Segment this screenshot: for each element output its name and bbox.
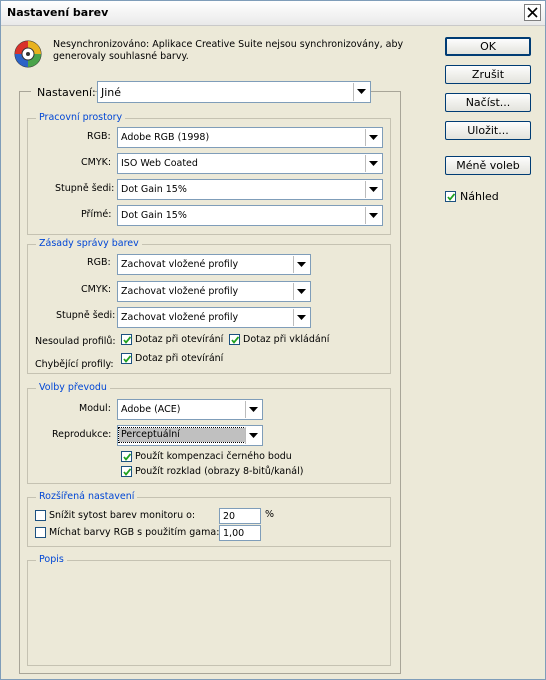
intent-select[interactable]: Perceptuální bbox=[117, 425, 263, 446]
policy-rgb-label: RGB: bbox=[87, 257, 111, 268]
save-button[interactable]: Uložit... bbox=[445, 121, 531, 140]
mismatch-open-label: Dotaz při otevírání bbox=[135, 334, 224, 345]
description-title: Popis bbox=[36, 554, 67, 565]
checkmark-icon bbox=[123, 336, 131, 344]
load-button[interactable]: Načíst... bbox=[445, 93, 531, 112]
advanced-group: Rozšířená nastavení bbox=[27, 491, 391, 547]
color-settings-dialog: Nastavení barev Nesynchronizováno: Aplik… bbox=[0, 0, 546, 680]
mismatch-paste-label: Dotaz při vkládání bbox=[243, 334, 330, 345]
chevron-down-icon bbox=[365, 181, 381, 198]
policy-rgb-select[interactable]: Zachovat vložené profily bbox=[117, 254, 311, 275]
policy-cmyk-select[interactable]: Zachovat vložené profily bbox=[117, 281, 311, 302]
bpc-checkbox[interactable] bbox=[121, 451, 132, 462]
mismatch-label: Nesoulad profilů: bbox=[35, 336, 116, 347]
policy-gray-label: Stupně šedi: bbox=[56, 310, 116, 321]
sync-warning-icon bbox=[13, 39, 43, 69]
checkmark-icon bbox=[123, 453, 131, 461]
chevron-down-icon bbox=[353, 83, 369, 101]
warning-text-line2: generovaly souhlasné barvy. bbox=[53, 51, 189, 62]
blend-gamma-checkbox[interactable] bbox=[35, 527, 46, 538]
chevron-down-icon bbox=[365, 207, 381, 224]
ws-rgb-select[interactable]: Adobe RGB (1998) bbox=[117, 127, 383, 148]
engine-select[interactable]: Adobe (ACE) bbox=[117, 399, 263, 420]
settings-select[interactable]: Jiné bbox=[97, 81, 371, 103]
ws-cmyk-value: ISO Web Coated bbox=[121, 158, 198, 169]
mismatch-paste-checkbox[interactable] bbox=[229, 334, 240, 345]
desaturate-unit: % bbox=[265, 509, 275, 520]
chevron-down-icon bbox=[365, 155, 381, 172]
ws-gray-label: Stupně šedi: bbox=[55, 183, 115, 194]
bpc-label: Použít kompenzaci černého bodu bbox=[135, 451, 292, 462]
ws-cmyk-label: CMYK: bbox=[81, 157, 112, 168]
desaturate-label: Snížit sytost barev monitoru o: bbox=[49, 510, 196, 521]
advanced-title: Rozšířená nastavení bbox=[36, 491, 138, 502]
desaturate-input[interactable]: 20 bbox=[219, 508, 261, 524]
missing-open-checkbox[interactable] bbox=[121, 353, 132, 364]
checkmark-icon bbox=[123, 355, 131, 363]
engine-label: Modul: bbox=[79, 403, 111, 414]
settings-value: Jiné bbox=[101, 86, 122, 99]
blend-gamma-label: Míchat barvy RGB s použitím gama: bbox=[49, 527, 220, 538]
policy-cmyk-label: CMYK: bbox=[81, 284, 112, 295]
chevron-down-icon bbox=[245, 427, 261, 444]
engine-value: Adobe (ACE) bbox=[121, 404, 181, 415]
blend-gamma-value: 1,00 bbox=[223, 528, 245, 539]
intent-value: Perceptuální bbox=[118, 427, 246, 443]
cancel-button[interactable]: Zrušit bbox=[445, 65, 531, 84]
preview-label: Náhled bbox=[460, 190, 499, 203]
close-icon bbox=[527, 7, 538, 18]
desaturate-checkbox[interactable] bbox=[35, 510, 46, 521]
chevron-down-icon bbox=[293, 309, 309, 326]
chevron-down-icon bbox=[245, 401, 261, 418]
fewer-options-button[interactable]: Méně voleb bbox=[445, 156, 531, 175]
ws-gray-select[interactable]: Dot Gain 15% bbox=[117, 179, 383, 200]
checkmark-icon bbox=[231, 336, 239, 344]
ws-cmyk-select[interactable]: ISO Web Coated bbox=[117, 153, 383, 174]
close-button[interactable] bbox=[524, 4, 541, 21]
working-spaces-title: Pracovní prostory bbox=[36, 112, 126, 123]
ws-gray-value: Dot Gain 15% bbox=[121, 184, 187, 195]
mismatch-open-checkbox[interactable] bbox=[121, 334, 132, 345]
ws-rgb-label: RGB: bbox=[87, 131, 111, 142]
ws-rgb-value: Adobe RGB (1998) bbox=[121, 132, 210, 143]
policy-cmyk-value: Zachovat vložené profily bbox=[121, 286, 239, 297]
intent-label: Reprodukce: bbox=[52, 429, 112, 440]
ok-button[interactable]: OK bbox=[445, 37, 531, 56]
policy-gray-value: Zachovat vložené profily bbox=[121, 312, 239, 323]
warning-text-line1: Nesynchronizováno: Aplikace Creative Sui… bbox=[53, 39, 404, 50]
chevron-down-icon bbox=[365, 129, 381, 146]
settings-label: Nastavení: bbox=[37, 86, 96, 99]
policy-rgb-value: Zachovat vložené profily bbox=[121, 259, 239, 270]
desaturate-value: 20 bbox=[223, 511, 236, 522]
chevron-down-icon bbox=[293, 256, 309, 273]
missing-label: Chybějící profily: bbox=[35, 359, 114, 370]
conversion-title: Volby převodu bbox=[36, 382, 110, 393]
policies-title: Zásady správy barev bbox=[36, 238, 142, 249]
ws-spot-select[interactable]: Dot Gain 15% bbox=[117, 205, 383, 226]
title-bar: Nastavení barev bbox=[1, 1, 545, 26]
missing-open-label: Dotaz při otevírání bbox=[135, 353, 224, 364]
dither-checkbox[interactable] bbox=[121, 466, 132, 477]
window-title: Nastavení barev bbox=[7, 6, 109, 19]
description-group: Popis bbox=[27, 554, 391, 666]
chevron-down-icon bbox=[293, 283, 309, 300]
policy-gray-select[interactable]: Zachovat vložené profily bbox=[117, 307, 311, 328]
blend-gamma-input[interactable]: 1,00 bbox=[219, 525, 261, 541]
checkmark-icon bbox=[123, 468, 131, 476]
ws-spot-label: Přímé: bbox=[81, 209, 112, 220]
dither-label: Použít rozklad (obrazy 8-bitů/kanál) bbox=[135, 466, 304, 477]
ws-spot-value: Dot Gain 15% bbox=[121, 210, 187, 221]
preview-checkbox[interactable] bbox=[445, 191, 456, 202]
checkmark-icon bbox=[447, 193, 455, 201]
